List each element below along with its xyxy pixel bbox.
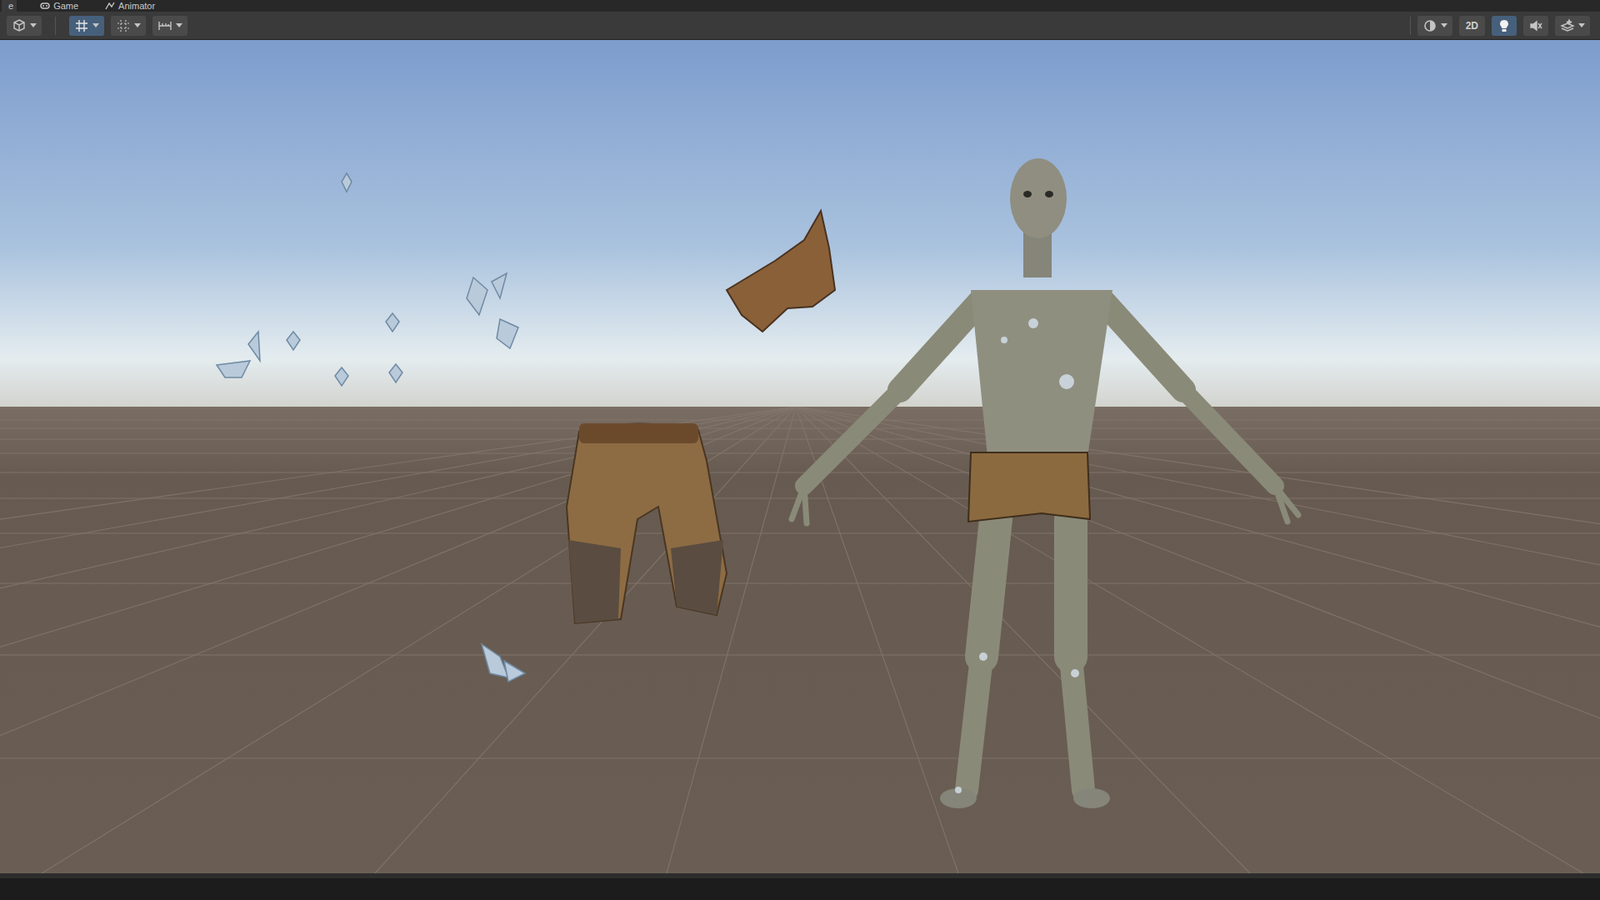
zombie-character <box>791 158 1299 809</box>
cube-icon <box>11 18 27 34</box>
grid-snap-button[interactable] <box>69 15 105 36</box>
editor-tab[interactable]: Game <box>36 0 82 12</box>
tab-label: e <box>8 0 14 12</box>
ruler-icon <box>157 18 173 34</box>
shading-button[interactable] <box>1417 15 1453 36</box>
tab-strip: e Game Animator <box>0 0 1600 12</box>
dropdown-caret-icon <box>134 23 141 29</box>
animator-icon <box>105 1 115 10</box>
toolbar-separator <box>1410 16 1411 35</box>
increment-snap-button[interactable] <box>110 15 146 36</box>
audio-icon <box>1528 18 1544 34</box>
effects-button[interactable] <box>1555 15 1590 36</box>
audio-button[interactable] <box>1523 15 1549 36</box>
shading-icon <box>1422 18 1438 34</box>
scene-viewport[interactable] <box>0 40 1600 874</box>
increment-snap-icon <box>115 18 131 34</box>
dropdown-caret-icon <box>175 23 183 29</box>
button-label: 2D <box>1464 18 1480 34</box>
tab-label: Animator <box>118 0 155 12</box>
label-button[interactable]: 2D <box>1459 15 1485 36</box>
toolbar-separator <box>55 16 56 35</box>
dropdown-caret-icon <box>92 23 100 29</box>
tab-label: Game <box>53 0 79 12</box>
grid-snap-icon <box>74 18 90 34</box>
dropdown-caret-icon <box>1578 23 1585 29</box>
effects-icon <box>1560 18 1575 34</box>
lighting-button[interactable] <box>1491 15 1517 36</box>
dropdown-caret-icon <box>1440 23 1448 29</box>
editor-tab[interactable]: e <box>1 0 17 12</box>
scene-render <box>0 40 1600 874</box>
loose-cloth <box>726 210 835 332</box>
scene-toolbar: 2D <box>0 11 1600 40</box>
crystal-shards <box>216 173 525 682</box>
dropdown-caret-icon <box>30 23 37 29</box>
editor-tab[interactable]: Animator <box>101 0 159 12</box>
loose-pants <box>566 423 727 624</box>
ruler-button[interactable] <box>152 15 188 36</box>
cube-button[interactable] <box>6 15 42 36</box>
status-bar <box>0 873 1600 900</box>
lighting-icon <box>1496 18 1512 34</box>
mode-label: 2D <box>1464 18 1480 34</box>
game-icon <box>40 1 50 10</box>
